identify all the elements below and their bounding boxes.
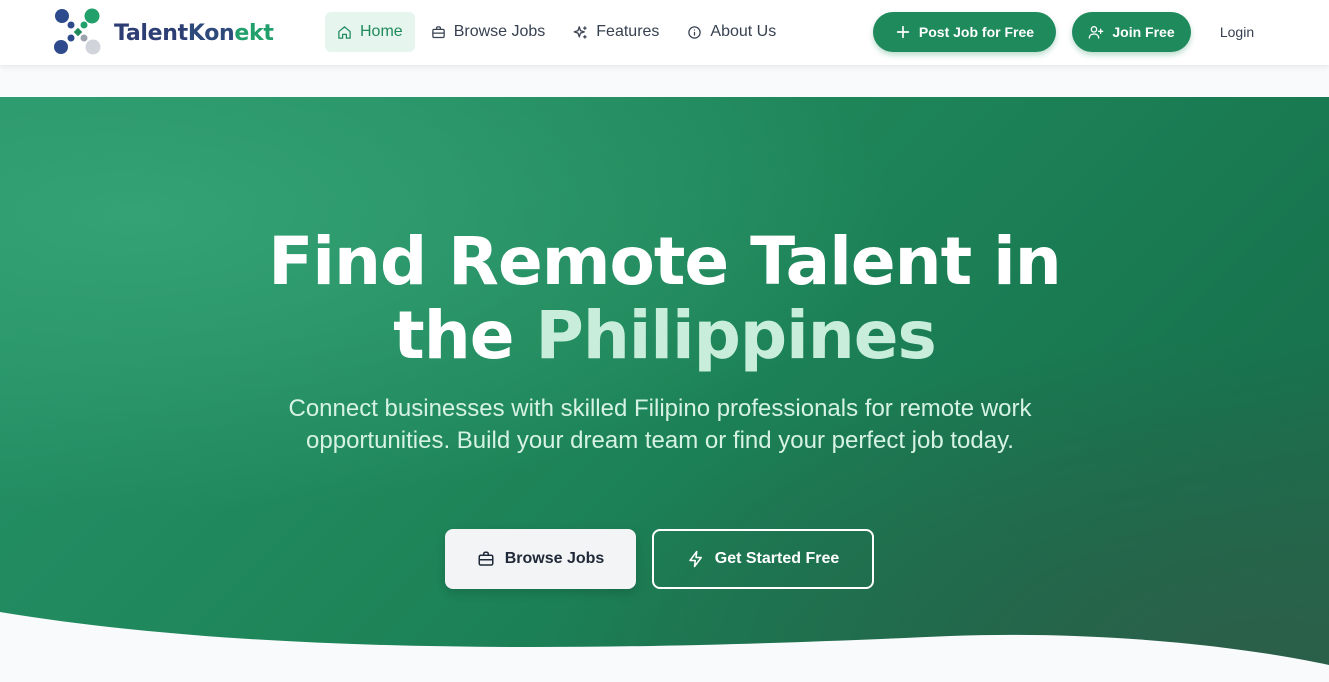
brand-name-part2: Kon: [187, 20, 235, 46]
nav-about-us-label: About Us: [710, 23, 777, 40]
hero-title-line2-prefix: the: [393, 297, 536, 374]
nav-browse-jobs[interactable]: Browse Jobs: [419, 12, 558, 52]
brand-name: TalentKonekt: [114, 21, 274, 46]
info-icon: [688, 25, 702, 39]
sparkles-icon: [573, 25, 588, 39]
post-job-label: Post Job for Free: [918, 24, 1035, 40]
nav-features-label: Features: [596, 23, 660, 40]
hero-bottom-wave: [0, 612, 1329, 682]
briefcase-icon: [431, 25, 445, 38]
nav-home[interactable]: Home: [325, 12, 415, 52]
user-plus-icon: [1089, 26, 1104, 39]
brand-logo[interactable]: TalentKonekt: [54, 8, 274, 58]
login-link[interactable]: Login: [1210, 12, 1264, 52]
hero-browse-jobs-label: Browse Jobs: [504, 550, 605, 567]
top-navbar: TalentKonekt Home Browse Jobs Features A…: [0, 0, 1329, 65]
post-job-button[interactable]: Post Job for Free: [873, 12, 1056, 52]
talentkonekt-logo-icon: [54, 8, 101, 55]
nav-features[interactable]: Features: [561, 12, 671, 52]
plus-icon: [896, 25, 910, 39]
brand-name-part1: Talent: [114, 20, 188, 46]
nav-home-label: Home: [360, 23, 403, 40]
hero-get-started-button[interactable]: Get Started Free: [652, 529, 874, 589]
lightning-bolt-icon: [689, 550, 702, 568]
main-nav: Home Browse Jobs Features About Us: [325, 12, 792, 52]
hero-browse-jobs-button[interactable]: Browse Jobs: [445, 529, 636, 589]
hero-section: Find Remote Talent in the Philippines Co…: [0, 97, 1329, 682]
hero-get-started-label: Get Started Free: [714, 550, 840, 567]
nav-about-us[interactable]: About Us: [675, 12, 788, 52]
join-free-button[interactable]: Join Free: [1072, 12, 1191, 52]
briefcase-icon: [478, 551, 494, 566]
join-free-label: Join Free: [1112, 24, 1175, 40]
brand-name-part3: ekt: [234, 20, 274, 46]
hero-subtitle: Connect businesses with skilled Filipino…: [288, 395, 1032, 454]
hero-title-line1: Find Remote Talent in: [268, 223, 1061, 300]
nav-browse-jobs-label: Browse Jobs: [453, 23, 546, 40]
hero-title-highlight: Philippines: [535, 297, 936, 374]
home-icon: [338, 25, 351, 39]
hero-title: Find Remote Talent in the Philippines: [0, 225, 1329, 373]
